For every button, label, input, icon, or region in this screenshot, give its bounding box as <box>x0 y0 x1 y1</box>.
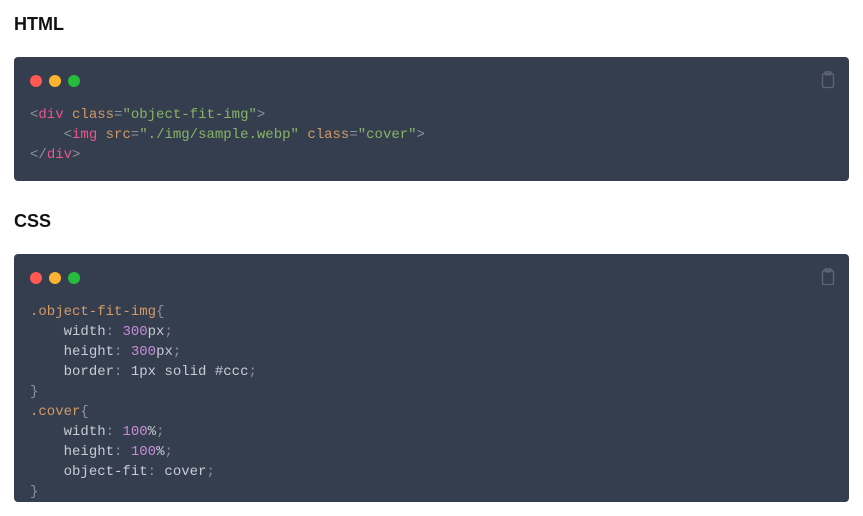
window-dot-yellow <box>49 272 61 284</box>
window-dot-yellow <box>49 75 61 87</box>
window-dot-green <box>68 75 80 87</box>
code-block-html: <div class="object-fit-img"> <img src=".… <box>14 57 849 181</box>
window-dot-green <box>68 272 80 284</box>
code-block-css: .object-fit-img{ width: 300px; height: 3… <box>14 254 849 502</box>
section-heading-css: CSS <box>14 211 849 232</box>
section-heading-html: HTML <box>14 14 849 35</box>
window-dot-red <box>30 75 42 87</box>
traffic-lights <box>30 75 833 87</box>
code-content-html: <div class="object-fit-img"> <img src=".… <box>30 105 833 165</box>
clipboard-icon[interactable] <box>819 71 835 89</box>
traffic-lights <box>30 272 833 284</box>
clipboard-icon[interactable] <box>819 268 835 286</box>
code-content-css: .object-fit-img{ width: 300px; height: 3… <box>30 302 833 502</box>
window-dot-red <box>30 272 42 284</box>
